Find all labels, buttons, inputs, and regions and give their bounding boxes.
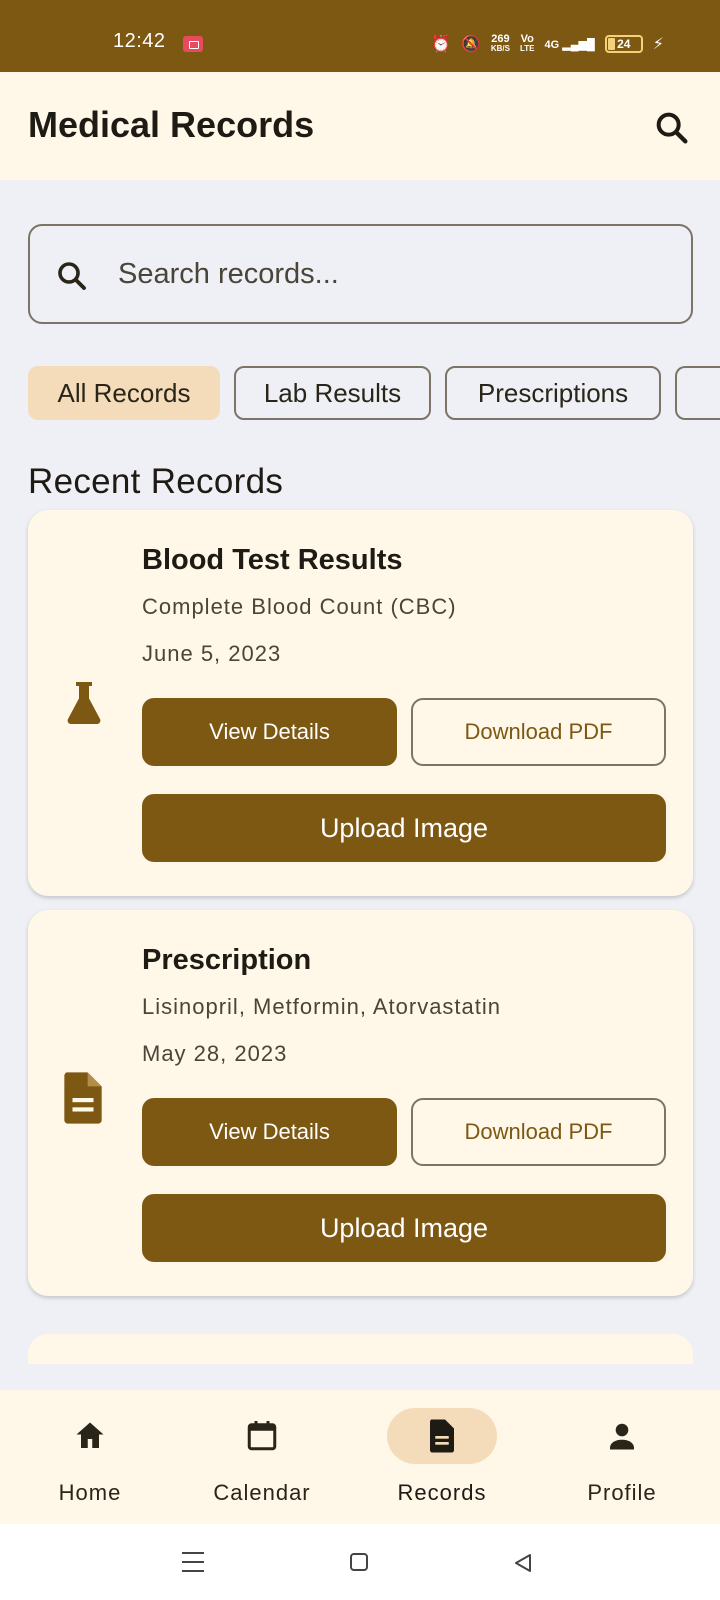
battery-icon: 24 [604,35,643,53]
recents-button[interactable] [182,1552,204,1572]
app-bar: Medical Records [0,72,720,180]
battery-level: 24 [617,37,631,51]
volte-bottom: LTE [520,44,535,53]
document-icon [424,1418,460,1454]
record-card-partial[interactable] [28,1334,693,1364]
download-pdf-button[interactable]: Download PDF [411,1098,666,1166]
bottom-nav: Home Calendar Records Profile [0,1390,720,1524]
chip-all-records[interactable]: All Records [28,366,220,420]
record-title: Prescription [142,944,312,976]
signal-icon: 4G ▂▄▆█ [544,38,595,51]
home-icon [72,1418,108,1454]
upload-image-button[interactable]: Upload Image [142,794,666,862]
view-details-button[interactable]: View Details [142,698,397,766]
page-title: Medical Records [28,104,315,145]
status-time: 12:42 [113,30,166,52]
screen-record-icon [183,36,203,52]
record-date: May 28, 2023 [142,1041,288,1066]
record-card[interactable]: Prescription Lisinopril, Metformin, Ator… [28,910,693,1296]
flask-icon [60,678,108,731]
section-title: Recent Records [28,462,284,501]
calendar-icon [244,1418,280,1454]
charging-icon: ⚡ [652,36,664,53]
alarm-icon: ⏰ [431,36,451,53]
status-bar: 12:42 ⏰ 🔕 269 KB/S Vo LTE 4G ▂▄▆█ 24 ⚡ [0,0,720,72]
network-type: 4G [544,38,560,51]
nav-records[interactable]: Records [352,1390,532,1524]
document-icon [58,1070,108,1131]
nav-calendar[interactable]: Calendar [172,1390,352,1524]
home-button[interactable] [350,1553,368,1571]
view-details-button[interactable]: View Details [142,1098,397,1166]
search-input[interactable]: Search records... [28,224,693,324]
search-icon[interactable] [652,108,692,148]
nav-profile-label: Profile [587,1480,657,1505]
record-title: Blood Test Results [142,544,403,576]
nav-home[interactable]: Home [0,1390,180,1524]
chip-next-partial[interactable] [675,366,720,420]
nav-profile[interactable]: Profile [532,1390,712,1524]
record-subtitle: Lisinopril, Metformin, Atorvastatin [142,994,502,1019]
system-nav-bar [0,1524,720,1600]
network-speed: 269 KB/S [491,34,510,54]
search-placeholder: Search records... [118,258,339,290]
nav-records-label: Records [397,1480,487,1505]
search-icon [54,258,90,294]
back-button[interactable] [512,1552,534,1574]
nav-home-label: Home [58,1480,122,1505]
volte-indicator: Vo LTE [520,34,535,54]
chip-lab-results[interactable]: Lab Results [234,366,431,420]
record-date: June 5, 2023 [142,641,282,666]
upload-image-button[interactable]: Upload Image [142,1194,666,1262]
person-icon [604,1418,640,1454]
mute-icon: 🔕 [460,36,481,53]
chip-prescriptions[interactable]: Prescriptions [445,366,661,420]
record-card[interactable]: Blood Test Results Complete Blood Count … [28,510,693,896]
nav-calendar-label: Calendar [213,1480,311,1505]
speed-unit: KB/S [490,44,510,53]
download-pdf-button[interactable]: Download PDF [411,698,666,766]
record-subtitle: Complete Blood Count (CBC) [142,594,457,619]
status-icons: ⏰ 🔕 269 KB/S Vo LTE 4G ▂▄▆█ 24 ⚡ [431,32,664,56]
